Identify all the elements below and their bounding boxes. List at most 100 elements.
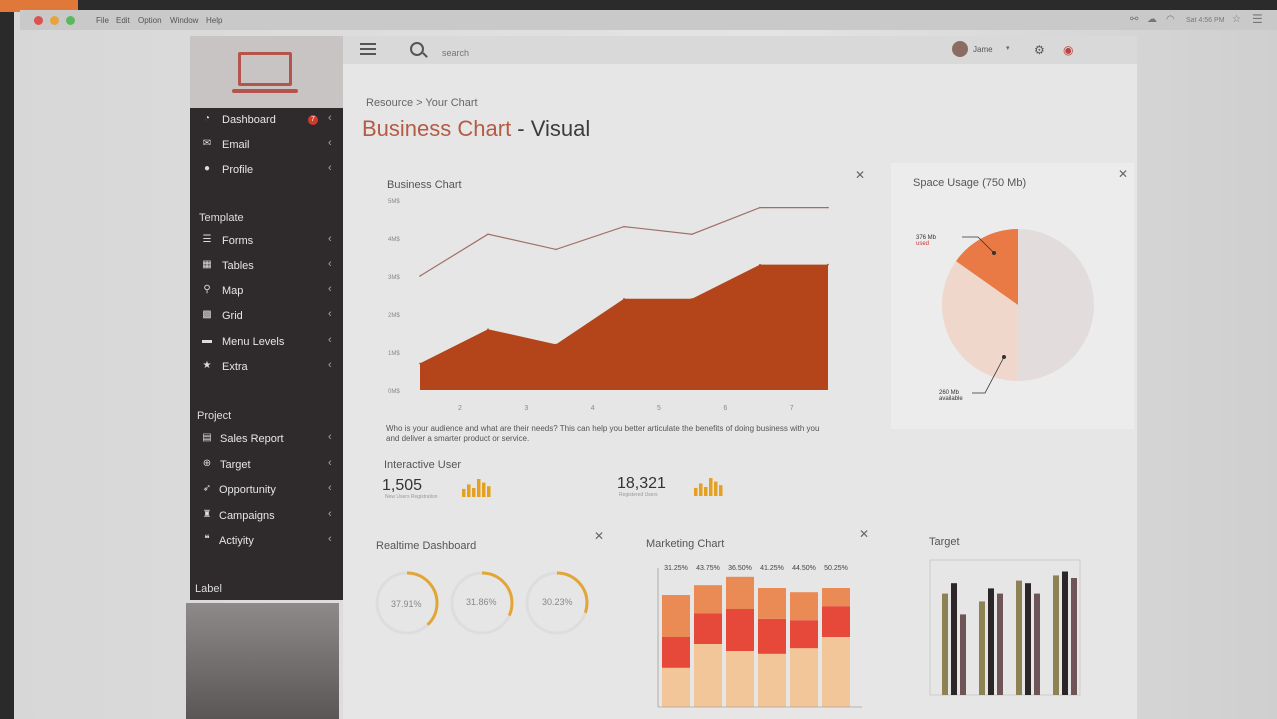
mini-bar xyxy=(704,487,708,496)
available-label: 260 Mb available xyxy=(939,390,963,402)
used-label: 376 Mb used xyxy=(916,235,936,247)
minimize-window-icon[interactable] xyxy=(50,16,59,25)
sidebar-item-profile[interactable]: ● Profile ‹ xyxy=(190,158,343,182)
business-chart-title: Business Chart xyxy=(387,179,462,191)
sidebar-item-campaigns[interactable]: ♜ Campaigns ‹ xyxy=(190,504,343,528)
sidebar-item-label: Forms xyxy=(222,235,254,247)
sidebar-item-activity[interactable]: ❝ Actiyity ‹ xyxy=(190,529,343,553)
close-icon[interactable]: ✕ xyxy=(594,529,604,543)
sidebar-item-label: Profile xyxy=(222,164,254,176)
x-tick-label: 4 xyxy=(591,405,595,412)
business-chart: 0M$1M$2M$3M$4M$5M$2345678 xyxy=(388,199,829,412)
bar-percent-label: 44.50% xyxy=(792,565,816,572)
star-icon: ★ xyxy=(202,360,212,371)
available-marker xyxy=(1002,355,1006,359)
sidebar-item-email[interactable]: ✉ Email ‹ xyxy=(190,133,343,157)
grouped-bar xyxy=(997,593,1003,695)
sidebar-item-opportunity[interactable]: ➶ Opportunity ‹ xyxy=(190,478,343,502)
sidebar-item-label: Grid xyxy=(222,310,243,322)
link-icon[interactable]: ⚯ xyxy=(1130,14,1138,25)
grouped-bar xyxy=(1025,583,1031,695)
map-pin-icon: ⚲ xyxy=(203,284,211,295)
rocket-icon: ➶ xyxy=(202,483,212,494)
chevron-left-icon: ‹ xyxy=(328,431,332,443)
pie-slice-used xyxy=(1017,229,1094,381)
wifi-icon[interactable]: ◠ xyxy=(1166,14,1175,25)
sidebar-item-label: Map xyxy=(222,285,244,297)
chevron-left-icon: ‹ xyxy=(328,233,332,245)
menu-option[interactable]: Option xyxy=(138,16,162,25)
stacked-bar-segment xyxy=(790,592,818,621)
used-marker xyxy=(992,251,996,255)
sidebar-item-label: Email xyxy=(222,139,250,151)
chevron-left-icon: ‹ xyxy=(328,162,332,174)
grouped-bar xyxy=(1016,580,1022,695)
sidebar-item-dashboard[interactable]: ◔ Dashboard 7 ‹ xyxy=(190,108,343,132)
stacked-bar-segment xyxy=(694,644,722,707)
mini-bar xyxy=(477,479,481,497)
target-icon: ⊕ xyxy=(202,458,212,469)
target-title: Target xyxy=(929,536,960,548)
sidebar-footer-panel xyxy=(186,603,339,719)
sidebar-item-forms[interactable]: ☰ Forms ‹ xyxy=(190,229,343,253)
realtime-title: Realtime Dashboard xyxy=(376,540,477,552)
x-tick-label: 7 xyxy=(790,405,794,412)
sidebar-item-menu-levels[interactable]: ▬ Menu Levels ‹ xyxy=(190,330,343,354)
sidebar-item-map[interactable]: ⚲ Map ‹ xyxy=(190,279,343,303)
chevron-down-icon[interactable]: ▾ xyxy=(1006,44,1010,52)
menu-edit[interactable]: Edit xyxy=(116,16,130,25)
line-point xyxy=(827,206,829,209)
gear-icon[interactable]: ⚙ xyxy=(1034,43,1045,57)
close-icon[interactable]: ✕ xyxy=(1118,167,1128,181)
bar-percent-label: 43.75% xyxy=(696,565,720,572)
sidebar-item-sales-report[interactable]: ▤ Sales Report ‹ xyxy=(190,427,343,451)
registered-users-sub: Registered Users xyxy=(619,492,658,498)
sidebar-item-extra[interactable]: ★ Extra ‹ xyxy=(190,355,343,379)
chevron-left-icon: ‹ xyxy=(328,334,332,346)
area-series xyxy=(420,264,828,390)
menu-window[interactable]: Window xyxy=(170,16,198,25)
close-window-icon[interactable] xyxy=(34,16,43,25)
sidebar-item-label: Opportunity xyxy=(219,484,276,496)
menu-file[interactable]: File xyxy=(96,16,109,25)
menu-list-icon[interactable]: ☰ xyxy=(1252,12,1263,26)
close-icon[interactable]: ✕ xyxy=(855,168,865,182)
user-name[interactable]: Jame xyxy=(973,45,993,54)
stacked-bar-segment xyxy=(790,620,818,649)
notification-icon[interactable]: ◉ xyxy=(1063,43,1073,57)
sidebar: ◔ Dashboard 7 ‹ ✉ Email ‹ ● Profile ‹ Te… xyxy=(190,108,343,600)
hamburger-menu-icon[interactable] xyxy=(360,43,376,55)
area-point xyxy=(759,263,761,266)
mini-bar xyxy=(699,483,703,496)
grouped-bar xyxy=(951,583,957,695)
avatar[interactable] xyxy=(952,41,968,57)
line-point xyxy=(691,233,693,235)
new-users-value: 1,505 xyxy=(382,477,423,494)
cloud-icon[interactable]: ☁ xyxy=(1147,14,1157,25)
search-input[interactable] xyxy=(440,45,564,61)
star-icon[interactable]: ☆ xyxy=(1232,14,1241,25)
grid-icon: ▩ xyxy=(202,309,212,320)
target-chart xyxy=(929,559,1081,696)
notification-badge: 7 xyxy=(308,115,318,125)
stacked-bar-segment xyxy=(758,588,786,619)
mini-bar-chart-1 xyxy=(462,479,491,497)
folder-icon: ▬ xyxy=(202,335,212,346)
sidebar-item-label: Extra xyxy=(222,361,248,373)
y-tick-label: 4M$ xyxy=(388,237,400,243)
sidebar-item-grid[interactable]: ▩ Grid ‹ xyxy=(190,304,343,328)
line-point xyxy=(623,225,625,228)
x-tick-label: 2 xyxy=(458,405,462,412)
sidebar-item-target[interactable]: ⊕ Target ‹ xyxy=(190,453,343,477)
search-icon[interactable] xyxy=(410,42,424,56)
maximize-window-icon[interactable] xyxy=(66,16,75,25)
menu-help[interactable]: Help xyxy=(206,16,222,25)
sidebar-item-label: Campaigns xyxy=(219,510,275,522)
sidebar-item-tables[interactable]: ▦ Tables ‹ xyxy=(190,254,343,278)
stacked-bar-segment xyxy=(662,637,690,668)
page-title-main: Business Chart xyxy=(362,116,512,141)
chevron-left-icon: ‹ xyxy=(328,359,332,371)
close-icon[interactable]: ✕ xyxy=(859,527,869,541)
y-tick-label: 2M$ xyxy=(388,313,400,319)
grouped-bar xyxy=(960,614,966,695)
